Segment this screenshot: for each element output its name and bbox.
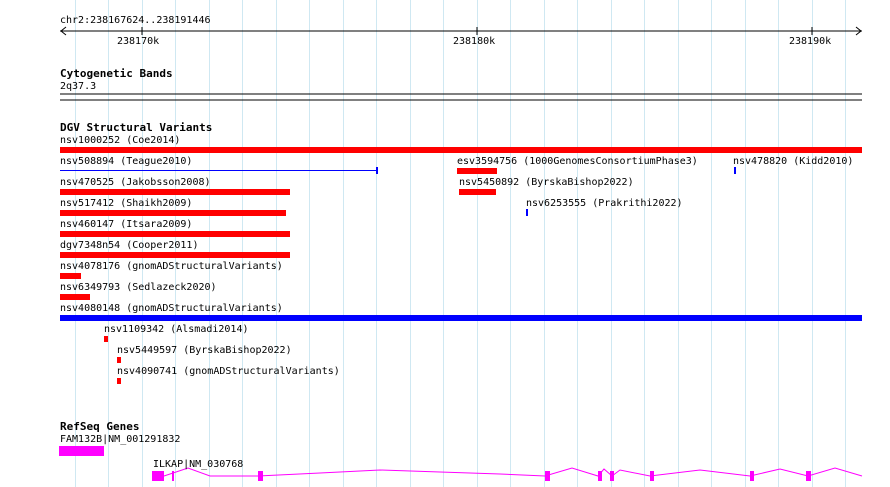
variant-label[interactable]: nsv4090741 (gnomADStructuralVariants) (117, 366, 340, 377)
variant-bar[interactable] (459, 189, 496, 195)
variant-label[interactable]: nsv4080148 (gnomADStructuralVariants) (60, 303, 283, 314)
track-title-refseq: RefSeq Genes (60, 420, 140, 433)
variant-label[interactable]: nsv508894 (Teague2010) (60, 156, 192, 167)
variant-bar[interactable] (60, 210, 286, 216)
variant-bar[interactable] (60, 189, 290, 195)
variant-bar[interactable] (60, 294, 90, 300)
variant-bar[interactable] (734, 167, 736, 174)
variant-bar[interactable] (526, 209, 528, 216)
ruler-tick-label: 238190k (789, 36, 832, 47)
cytoband-label[interactable]: 2q37.3 (60, 81, 96, 92)
gene-label[interactable]: FAM132B|NM_001291832 (60, 434, 180, 445)
variant-label[interactable]: nsv470525 (Jakobsson2008) (60, 177, 211, 188)
variant-label[interactable]: nsv6253555 (Prakrithi2022) (526, 198, 683, 209)
variant-bar[interactable] (60, 170, 376, 171)
variant-label[interactable]: nsv4078176 (gnomADStructuralVariants) (60, 261, 283, 272)
variant-bar[interactable] (117, 378, 121, 384)
gene-label[interactable]: ILKAP|NM_030768 (153, 459, 243, 470)
ruler-tick-label: 238170k (117, 36, 160, 47)
variant-label[interactable]: nsv478820 (Kidd2010) (733, 156, 853, 167)
variant-bar[interactable] (117, 357, 121, 363)
gene-exon[interactable] (750, 471, 754, 481)
track-title-dgv: DGV Structural Variants (60, 121, 213, 134)
variant-label[interactable]: esv3594756 (1000GenomesConsortiumPhase3) (457, 156, 698, 167)
gene-exon[interactable] (650, 471, 654, 481)
gene-exon[interactable] (806, 471, 811, 481)
variant-label[interactable]: nsv5450892 (ByrskaBishop2022) (459, 177, 634, 188)
variant-label[interactable]: nsv5449597 (ByrskaBishop2022) (117, 345, 292, 356)
variant-label[interactable]: nsv1000252 (Coe2014) (60, 135, 180, 146)
gene-exon[interactable] (545, 471, 550, 481)
gene-exon[interactable] (59, 446, 104, 456)
gene-exon[interactable] (172, 471, 174, 481)
variant-label[interactable]: nsv517412 (Shaikh2009) (60, 198, 192, 209)
variant-bar-end (376, 167, 378, 174)
variant-label[interactable]: nsv6349793 (Sedlazeck2020) (60, 282, 217, 293)
ruler-tick-label: 238180k (453, 36, 496, 47)
variant-bar[interactable] (60, 315, 862, 321)
variant-bar[interactable] (60, 273, 81, 279)
gene-exon[interactable] (258, 471, 263, 481)
variant-bar[interactable] (457, 168, 497, 174)
variant-label[interactable]: dgv7348n54 (Cooper2011) (60, 240, 198, 251)
track-title-cytoband: Cytogenetic Bands (60, 67, 173, 80)
gene-exon[interactable] (610, 471, 614, 481)
variant-bar[interactable] (60, 231, 290, 237)
variant-label[interactable]: nsv1109342 (Alsmadi2014) (104, 324, 249, 335)
variant-bar[interactable] (60, 147, 862, 153)
gene-exon[interactable] (152, 471, 164, 481)
gene-exon[interactable] (598, 471, 602, 481)
variant-bar[interactable] (60, 252, 290, 258)
variant-bar[interactable] (104, 336, 108, 342)
variant-label[interactable]: nsv460147 (Itsara2009) (60, 219, 192, 230)
